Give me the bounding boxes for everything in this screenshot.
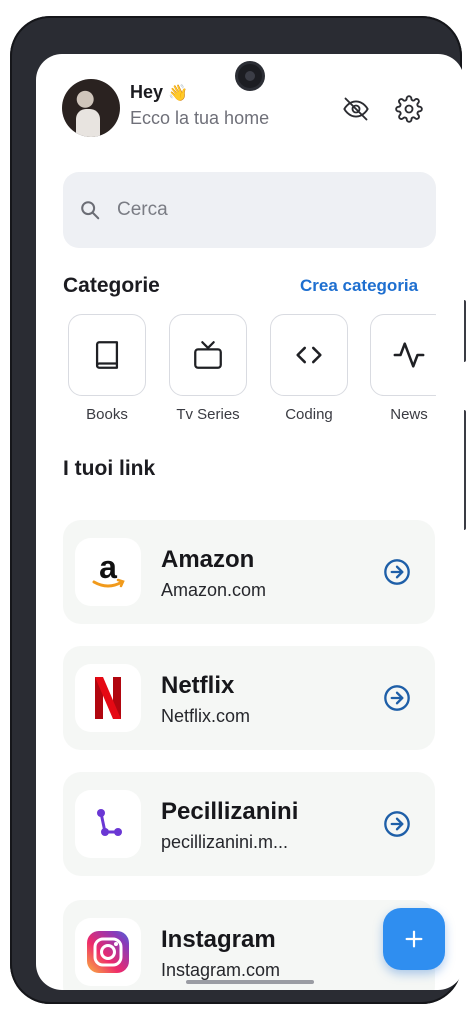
link-title: Instagram <box>161 926 276 953</box>
link-card-netflix[interactable]: Netflix Netflix.com <box>63 646 435 750</box>
category-news[interactable]: News <box>370 314 436 423</box>
create-category-link[interactable]: Crea categoria <box>300 276 418 296</box>
eye-off-icon[interactable] <box>341 94 371 124</box>
search-bar[interactable] <box>63 172 436 248</box>
category-label: Tv Series <box>176 406 240 423</box>
link-title: Netflix <box>161 672 235 699</box>
link-title: Pecillizanini <box>161 798 299 825</box>
tv-icon <box>194 341 222 369</box>
categories-list: Books Tv Series Coding News <box>68 314 436 430</box>
activity-icon <box>393 342 425 368</box>
waving-hand-icon: 👋 <box>168 85 188 102</box>
avatar[interactable] <box>62 79 120 137</box>
amazon-logo-icon: a <box>75 538 141 606</box>
book-icon <box>95 341 119 369</box>
greeting-subtitle: Ecco la tua home <box>130 108 270 128</box>
gear-icon[interactable] <box>394 94 424 124</box>
link-url: Netflix.com <box>161 706 251 726</box>
plus-icon <box>405 930 423 948</box>
instagram-logo-icon <box>75 918 141 986</box>
search-input[interactable] <box>117 199 397 221</box>
search-icon <box>81 201 100 220</box>
arrow-circle-right-icon[interactable] <box>383 684 411 712</box>
greeting-block: Hey 👋 Ecco la tua home <box>130 82 269 129</box>
link-card-amazon[interactable]: a Amazon Amazon.com <box>63 520 435 624</box>
category-books[interactable]: Books <box>68 314 146 423</box>
category-label: Coding <box>285 406 333 423</box>
category-label: Books <box>86 406 128 423</box>
link-url: Amazon.com <box>161 580 267 600</box>
arrow-circle-right-icon[interactable] <box>383 810 411 838</box>
link-card-instagram[interactable]: Instagram Instagram.com <box>63 900 435 990</box>
link-url: Instagram.com <box>161 960 281 980</box>
phone-frame: Hey 👋 Ecco la tua home Cerca Categorie C… <box>10 16 466 1004</box>
link-title: Amazon <box>161 546 255 573</box>
svg-text:a: a <box>99 550 117 585</box>
category-tv-series[interactable]: Tv Series <box>169 314 247 423</box>
categories-title: Categorie <box>63 274 160 297</box>
add-link-button[interactable] <box>383 908 445 970</box>
category-label: News <box>390 406 428 423</box>
netflix-logo-icon <box>75 664 141 732</box>
pecillizanini-logo-icon <box>75 790 141 858</box>
home-indicator[interactable] <box>186 980 314 984</box>
link-card-pecillizanini[interactable]: Pecillizanini pecillizanini.m... <box>63 772 435 876</box>
arrow-circle-right-icon[interactable] <box>383 558 411 586</box>
app-screen: Hey 👋 Ecco la tua home Cerca Categorie C… <box>36 54 464 990</box>
links-title: I tuoi link <box>63 457 156 480</box>
code-icon <box>296 346 322 364</box>
greeting-title: Hey 👋 <box>130 82 269 103</box>
category-coding[interactable]: Coding <box>270 314 348 423</box>
greeting-text: Hey <box>130 82 164 102</box>
link-url: pecillizanini.m... <box>161 832 289 852</box>
